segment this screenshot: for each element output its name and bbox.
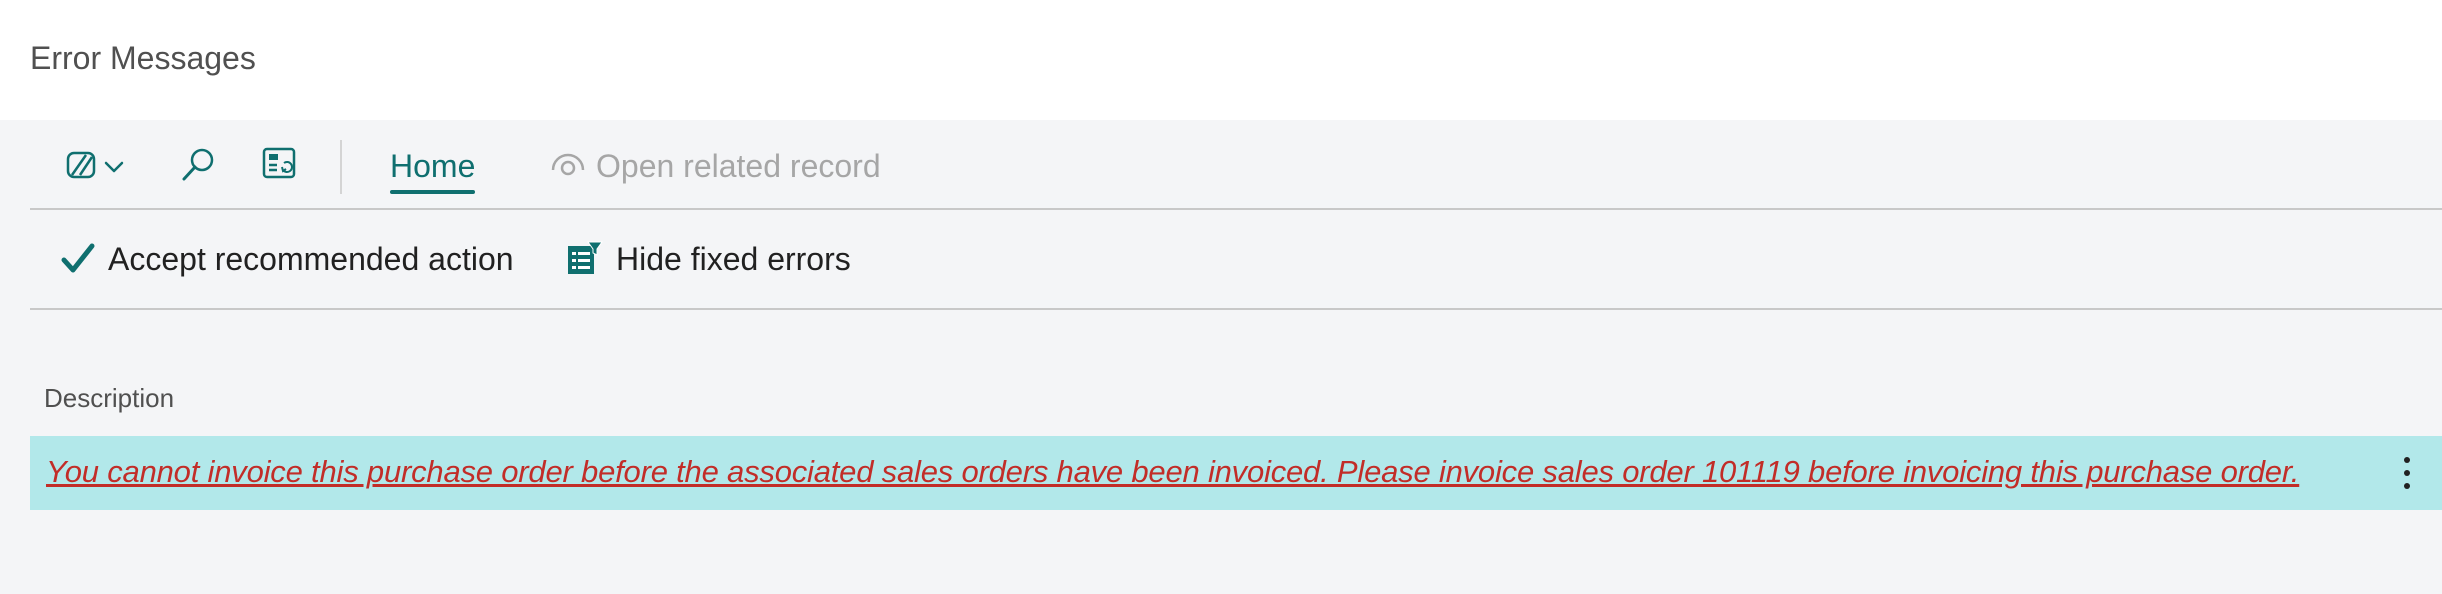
content-area: Home Open related record Accept recommen… bbox=[0, 120, 2442, 594]
search-button[interactable] bbox=[176, 144, 220, 186]
layout-icon bbox=[262, 147, 296, 179]
actions-bar: Accept recommended action Hide fixed err… bbox=[30, 210, 2442, 310]
hide-fixed-errors-button[interactable]: Hide fixed errors bbox=[566, 234, 851, 284]
checkmark-icon bbox=[61, 243, 95, 273]
search-icon bbox=[182, 148, 214, 181]
page-title: Error Messages bbox=[30, 40, 256, 76]
filter-list-icon bbox=[568, 241, 603, 274]
toolbar-divider bbox=[340, 140, 342, 194]
tab-active-indicator bbox=[390, 190, 476, 194]
accept-recommended-action-label: Accept recommended action bbox=[108, 240, 514, 277]
column-header-description[interactable]: Description bbox=[44, 380, 174, 416]
action-bar: Home Open related record bbox=[30, 120, 2442, 210]
open-related-record-label: Open related record bbox=[596, 147, 881, 184]
copilot-icon bbox=[66, 151, 124, 179]
personalize-button[interactable] bbox=[258, 144, 302, 186]
hide-fixed-errors-label: Hide fixed errors bbox=[616, 240, 851, 277]
row-actions-button[interactable] bbox=[2392, 450, 2422, 496]
copilot-button[interactable] bbox=[56, 144, 134, 186]
accept-recommended-action-button[interactable]: Accept recommended action bbox=[60, 234, 514, 284]
open-related-record-button[interactable]: Open related record bbox=[550, 144, 881, 188]
error-description-link[interactable]: You cannot invoice this purchase order b… bbox=[46, 452, 2299, 492]
list-item[interactable]: You cannot invoice this purchase order b… bbox=[30, 436, 2442, 510]
tab-home[interactable]: Home bbox=[390, 144, 476, 194]
more-vertical-icon bbox=[2404, 457, 2410, 489]
eye-icon bbox=[551, 153, 585, 176]
title-bar: Error Messages bbox=[0, 0, 2442, 120]
tab-home-label: Home bbox=[390, 148, 476, 184]
